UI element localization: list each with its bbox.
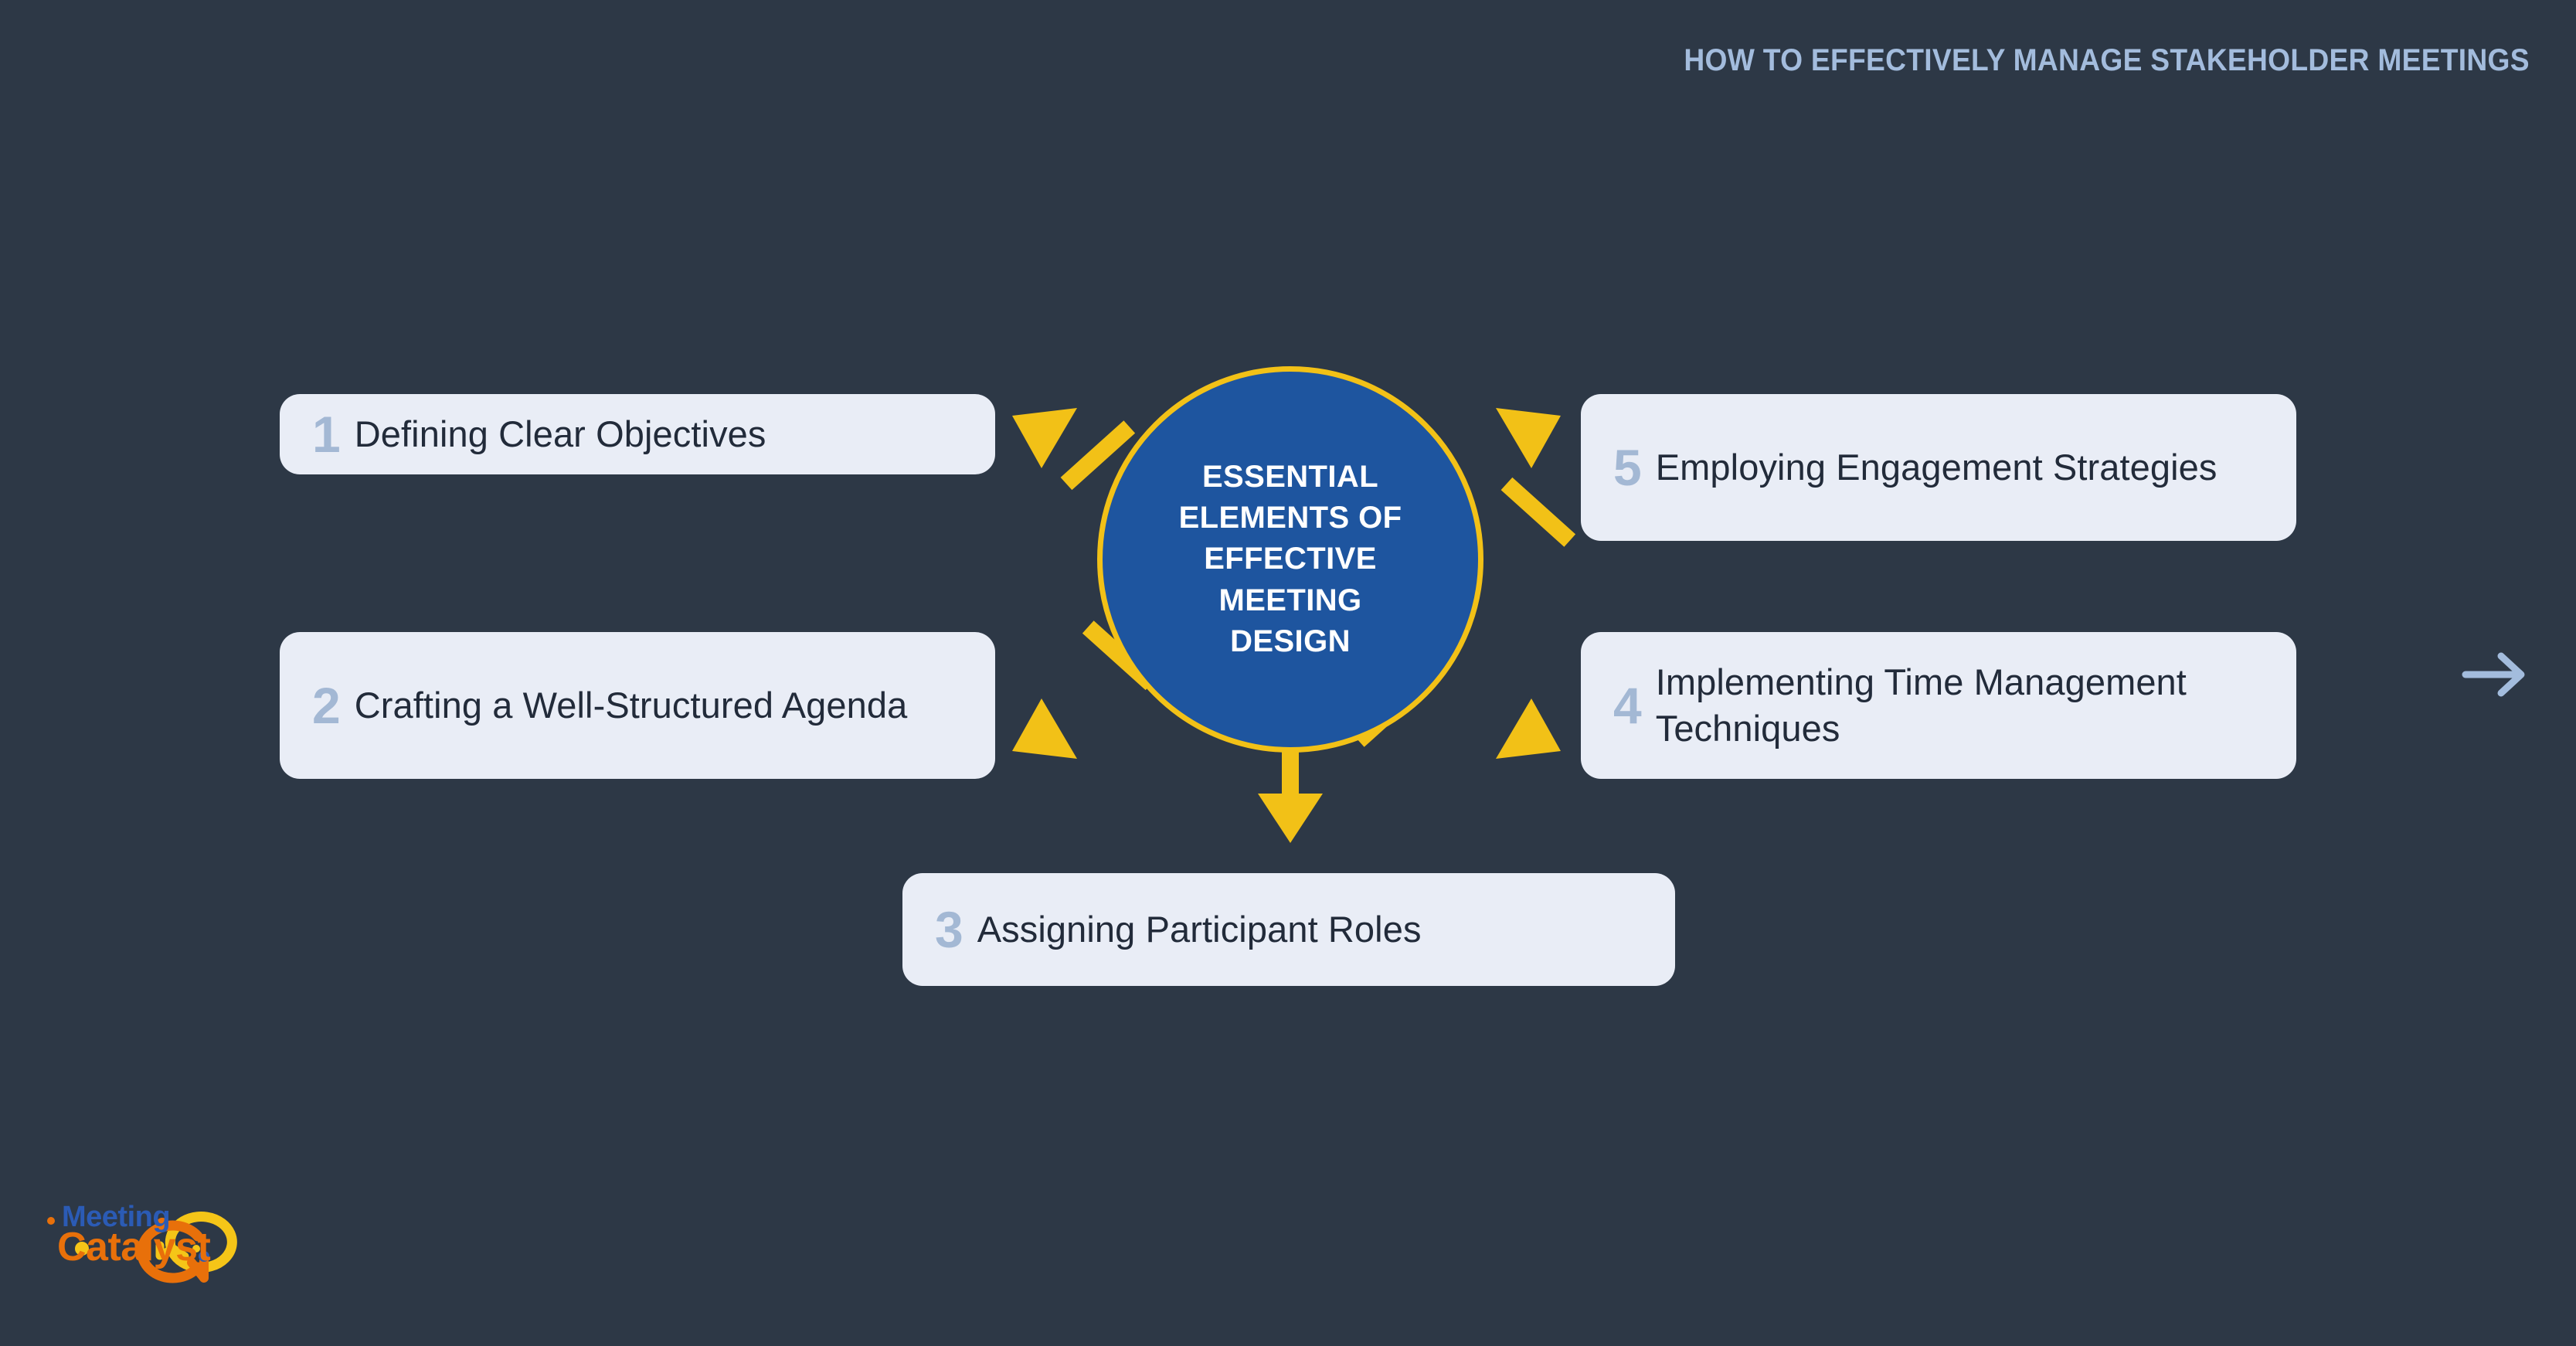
center-concept-node: ESSENTIAL ELEMENTS OF EFFECTIVE MEETING …: [1097, 366, 1483, 753]
element-card-4[interactable]: 4 Implementing Time Management Technique…: [1581, 632, 2296, 779]
element-card-2-number: 2: [312, 677, 341, 734]
element-card-2[interactable]: 2 Crafting a Well-Structured Agenda: [280, 632, 995, 779]
element-card-1-label: Defining Clear Objectives: [354, 413, 766, 454]
element-card-3[interactable]: 3 Assigning Participant Roles: [902, 873, 1675, 986]
logo-text-catalyst: Catalyst: [57, 1225, 211, 1270]
element-card-5-label: Employing Engagement Strategies: [1655, 446, 2217, 488]
element-card-5-number: 5: [1613, 439, 1642, 496]
element-card-3-label: Assigning Participant Roles: [977, 908, 1422, 950]
center-concept-label: ESSENTIAL ELEMENTS OF EFFECTIVE MEETING …: [1178, 460, 1402, 658]
element-card-5[interactable]: 5 Employing Engagement Strategies: [1581, 394, 2296, 541]
arrow-down-icon: [1258, 738, 1323, 843]
slide-canvas: HOW TO EFFECTIVELY MANAGE STAKEHOLDER ME…: [0, 0, 2576, 1346]
next-slide-arrow-icon[interactable]: [2461, 651, 2529, 698]
element-card-4-label: Implementing Time Management Techniques: [1655, 661, 2187, 749]
element-card-2-label: Crafting a Well-Structured Agenda: [354, 684, 908, 726]
brand-logo[interactable]: Meeting Catalyst: [45, 1191, 246, 1284]
element-card-1-number: 1: [312, 406, 341, 463]
element-card-3-number: 3: [935, 901, 963, 958]
element-card-4-number: 4: [1613, 677, 1642, 734]
page-title: HOW TO EFFECTIVELY MANAGE STAKEHOLDER ME…: [1684, 43, 2530, 77]
element-card-1[interactable]: 1 Defining Clear Objectives: [280, 394, 995, 474]
